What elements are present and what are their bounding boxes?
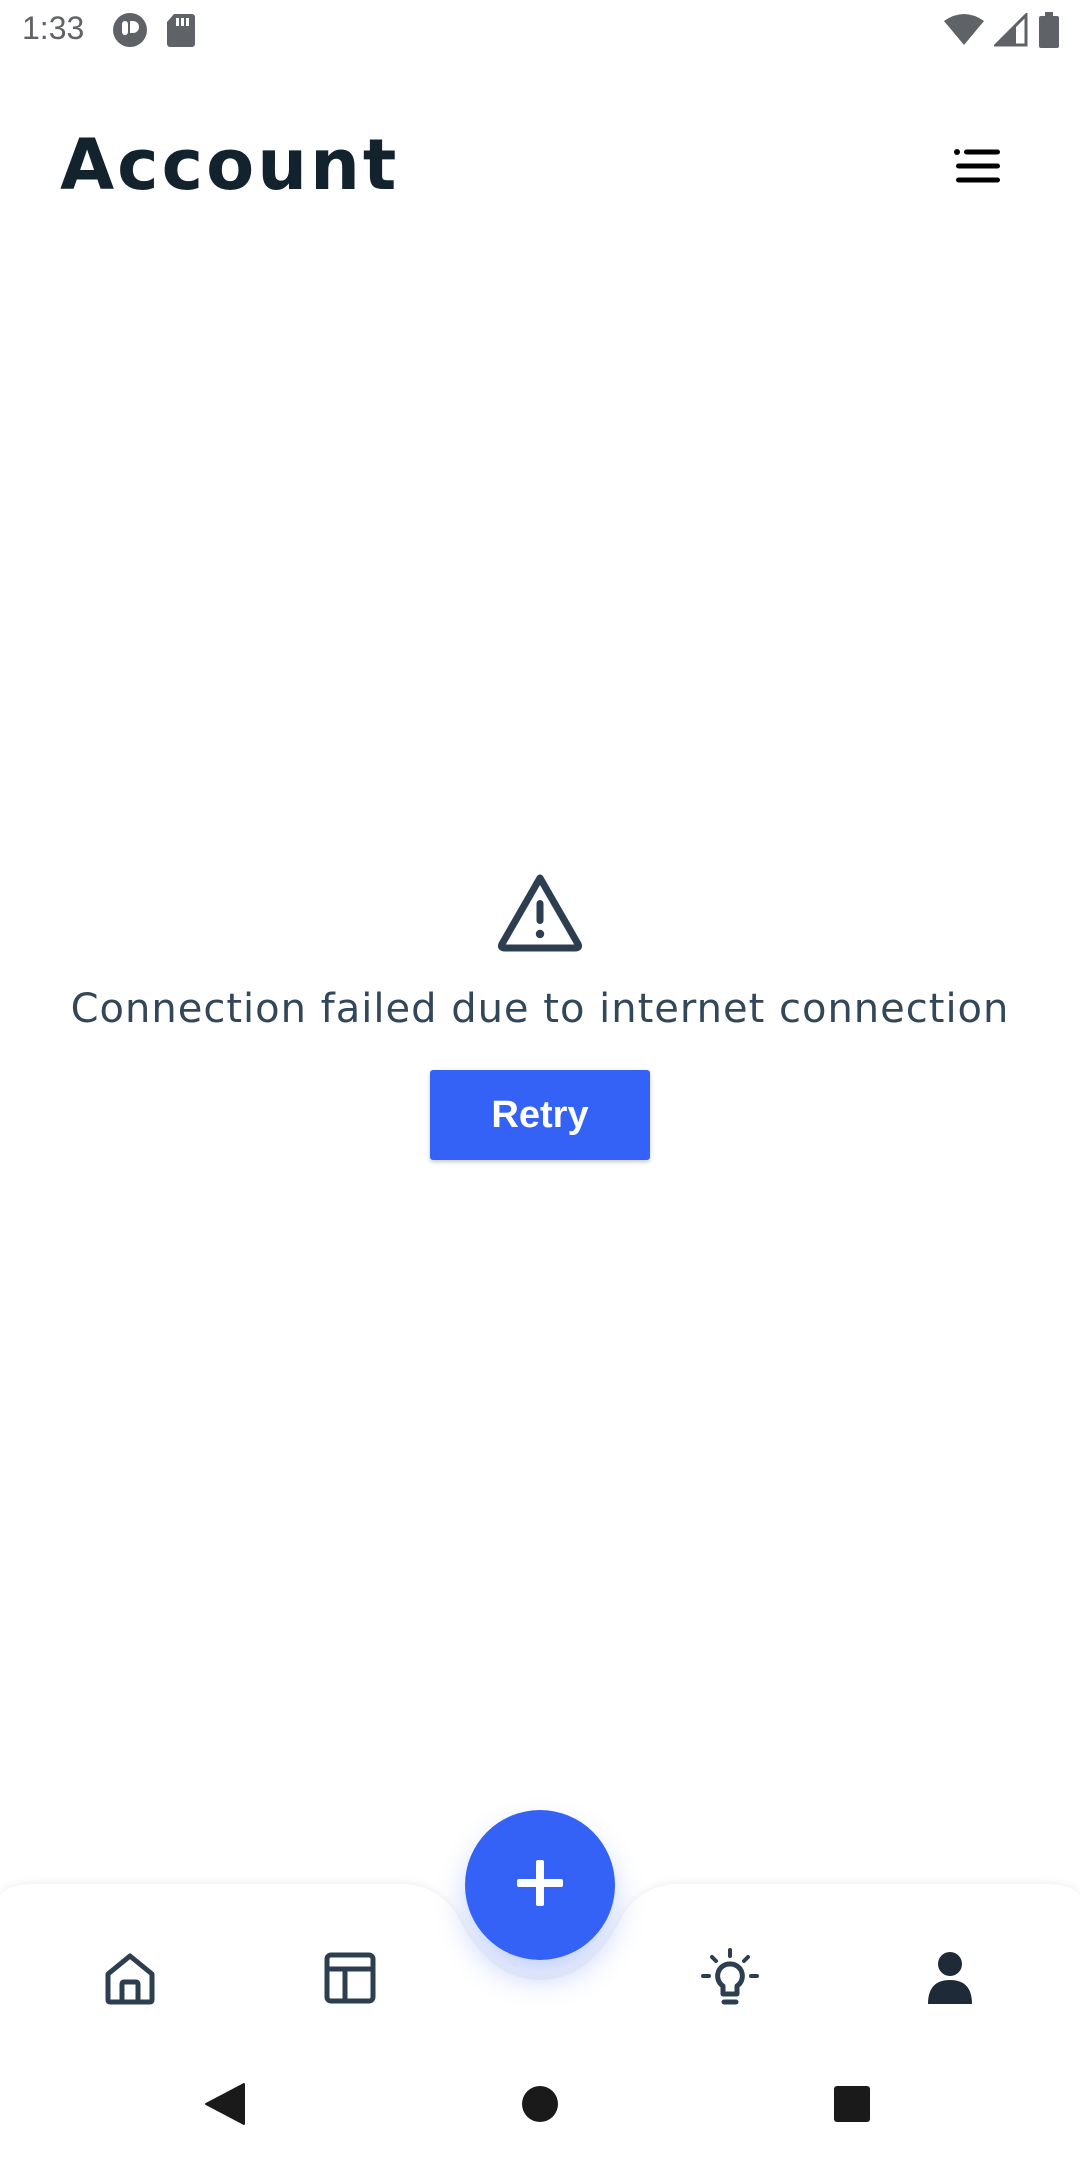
home-circle-icon xyxy=(520,2084,560,2128)
app-notification-icon xyxy=(112,12,148,52)
system-back-button[interactable] xyxy=(195,2076,255,2136)
sd-card-icon xyxy=(166,12,196,52)
recents-icon xyxy=(832,2084,872,2128)
plus-icon xyxy=(515,1858,565,1912)
retry-button[interactable]: Retry xyxy=(430,1070,650,1160)
nav-item-ideas[interactable] xyxy=(670,1930,790,2030)
back-icon xyxy=(204,2082,246,2130)
layout-icon xyxy=(323,1951,377,2009)
person-icon xyxy=(926,1950,974,2010)
system-nav-bar xyxy=(0,2040,1080,2160)
error-message: Connection failed due to internet connec… xyxy=(70,986,1010,1032)
nav-item-layout[interactable] xyxy=(290,1930,410,2030)
error-state: Connection failed due to internet connec… xyxy=(0,872,1080,1160)
status-left-icons xyxy=(112,12,196,52)
status-bar: 1:33 xyxy=(0,0,1080,64)
status-right-icons xyxy=(944,11,1060,52)
cell-signal-icon xyxy=(992,11,1028,51)
home-icon xyxy=(102,1950,158,2010)
lightbulb-icon xyxy=(700,1948,760,2012)
menu-icon xyxy=(954,148,1002,188)
system-recents-button[interactable] xyxy=(822,2076,882,2136)
nav-item-account[interactable] xyxy=(890,1930,1010,2030)
account-screen: 1:33 Account Connection failed due to in… xyxy=(0,0,1080,2160)
status-time: 1:33 xyxy=(22,10,85,46)
page-title: Account xyxy=(60,124,400,206)
system-home-button[interactable] xyxy=(510,2076,570,2136)
wifi-icon xyxy=(944,13,984,51)
warning-icon xyxy=(497,872,583,952)
battery-icon xyxy=(1038,12,1060,52)
add-fab-button[interactable] xyxy=(465,1810,615,1960)
menu-button[interactable] xyxy=(944,140,1012,196)
nav-item-home[interactable] xyxy=(70,1930,190,2030)
